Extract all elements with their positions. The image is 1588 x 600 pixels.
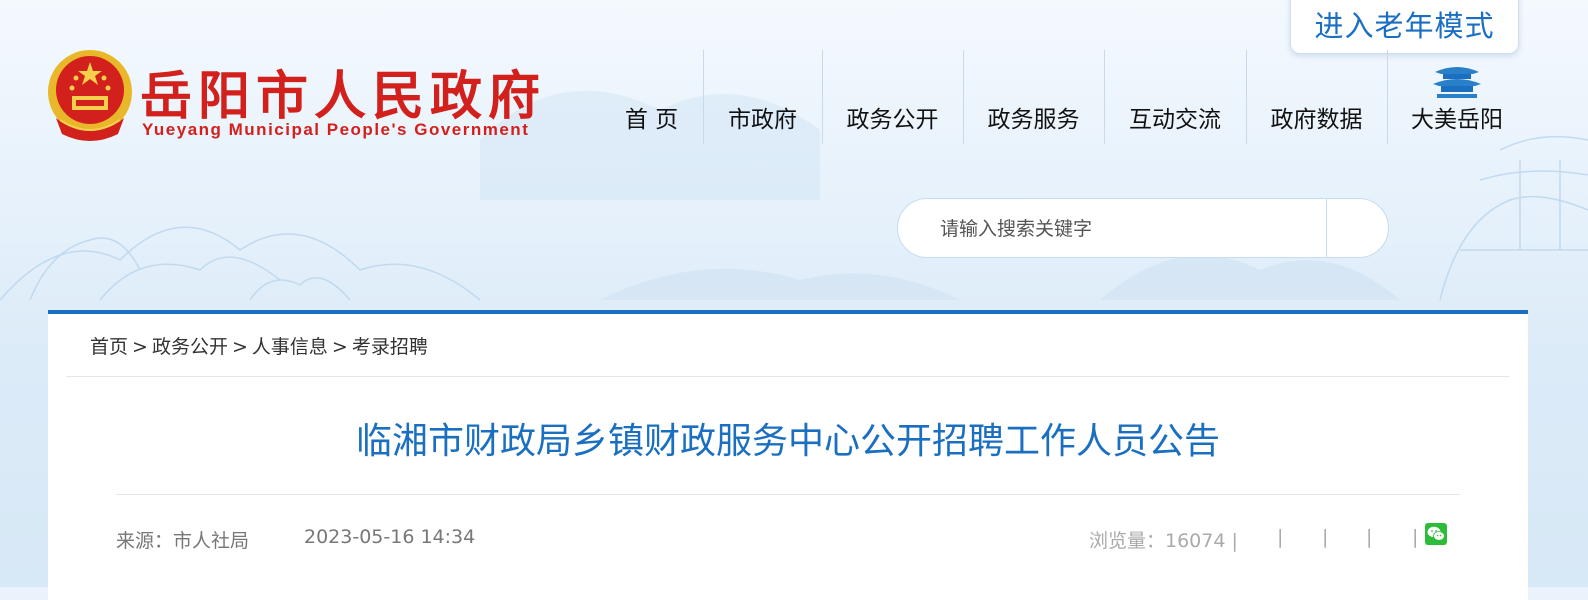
divider <box>116 494 1460 495</box>
nav-label: 政务公开 <box>846 107 939 133</box>
nav-item-beautiful-yueyang[interactable]: 大美岳阳 <box>1387 50 1527 144</box>
national-emblem-icon <box>48 50 132 141</box>
main-nav: 首 页 市政府 政务公开 政务服务 互动交流 政府数据 大美岳阳 <box>600 50 1527 144</box>
article-date: 2023-05-16 14:34 <box>304 526 476 548</box>
article-source: 来源：市人社局 <box>116 530 250 552</box>
nav-item-city-government[interactable]: 市政府 <box>703 50 822 144</box>
nav-item-home[interactable]: 首 页 <box>600 50 703 144</box>
nav-label: 互动交流 <box>1129 107 1221 133</box>
article-card: 首页 > 政务公开 > 人事信息 > 考录招聘 临湘市财政局乡镇财政服务中心公开招聘工作人员… <box>48 310 1528 600</box>
breadcrumb-government-affairs[interactable]: 政务公开 <box>152 336 228 358</box>
nav-label: 政务服务 <box>987 107 1080 133</box>
breadcrumb-personnel-info[interactable]: 人事信息 <box>252 336 328 358</box>
nav-item-government-affairs[interactable]: 政务公开 <box>822 50 963 144</box>
share-separator: | <box>1277 526 1284 548</box>
nav-item-government-services[interactable]: 政务服务 <box>963 50 1104 144</box>
search-input[interactable] <box>938 213 1322 245</box>
share-separator: | <box>1366 526 1373 548</box>
pavilion-icon <box>1433 67 1481 98</box>
nav-label: 政府数据 <box>1270 107 1363 133</box>
breadcrumb-home[interactable]: 首页 <box>90 336 128 358</box>
divider <box>66 376 1509 377</box>
search-button[interactable] <box>1327 199 1389 257</box>
nav-label: 首 页 <box>624 107 679 133</box>
elderly-mode-button[interactable]: 进入老年模式 <box>1290 0 1519 54</box>
search-box <box>897 198 1389 258</box>
site-title-en: Yueyang Municipal People's Government <box>142 120 530 139</box>
breadcrumb-separator: > <box>231 336 248 358</box>
breadcrumb: 首页 > 政务公开 > 人事信息 > 考录招聘 <box>90 332 428 359</box>
breadcrumb-recruitment[interactable]: 考录招聘 <box>352 336 428 358</box>
site-title-cn: 岳阳市人民政府 <box>140 66 547 127</box>
nav-item-government-data[interactable]: 政府数据 <box>1246 50 1387 144</box>
wechat-icon[interactable] <box>1425 523 1447 545</box>
share-separator: | <box>1322 526 1329 548</box>
breadcrumb-separator: > <box>331 336 348 358</box>
nav-item-interaction[interactable]: 互动交流 <box>1104 50 1246 144</box>
nav-label: 大美岳阳 <box>1411 107 1503 133</box>
article-view-count: 浏览量：16074 | <box>1089 530 1238 552</box>
nav-label: 市政府 <box>728 107 797 133</box>
article-title: 临湘市财政局乡镇财政服务中心公开招聘工作人员公告 <box>355 421 1220 462</box>
share-separator: | <box>1412 526 1419 548</box>
breadcrumb-separator: > <box>132 336 148 358</box>
